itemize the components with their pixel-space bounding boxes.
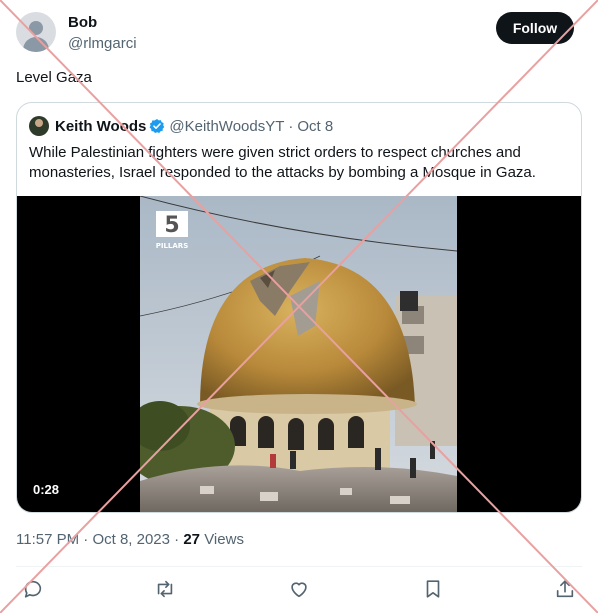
watermark-number: 5 (164, 213, 179, 238)
quoted-tweet-text: While Palestinian fighters were given st… (29, 144, 536, 181)
quoted-date[interactable]: Oct 8 (297, 118, 333, 135)
meta-separator: · (79, 531, 93, 548)
quoted-avatar (29, 116, 49, 136)
avatar[interactable] (16, 12, 56, 52)
video-frame: 5 PILLARS (140, 196, 457, 512)
video-duration: 0:28 (33, 482, 60, 497)
verified-badge-icon (149, 119, 165, 133)
reply-icon[interactable] (22, 578, 44, 600)
retweet-icon[interactable] (154, 578, 176, 600)
like-icon[interactable] (288, 578, 310, 600)
watermark-text: PILLARS (156, 242, 189, 250)
separator-dot: · (288, 117, 294, 135)
tweet-header: Bob @rlmgarci Follow (16, 12, 574, 56)
share-icon[interactable] (554, 578, 576, 600)
views-label: Views (200, 531, 244, 548)
views-count: 27 (183, 531, 201, 548)
quoted-tweet[interactable]: Keith Woods @KeithWoodsYT · Oct 8 While … (16, 102, 582, 513)
tweet-date[interactable]: Oct 8, 2023 (92, 531, 170, 548)
tweet-time[interactable]: 11:57 PM (16, 531, 79, 548)
tweet-meta: 11:57 PM · Oct 8, 2023 · 27 Views (16, 531, 244, 548)
divider (16, 566, 582, 567)
action-bar (16, 576, 582, 604)
follow-button[interactable]: Follow (496, 12, 574, 44)
video-player[interactable]: 5 PILLARS 0:28 (17, 196, 581, 512)
bookmark-icon[interactable] (422, 578, 444, 600)
meta-separator: · (170, 531, 184, 548)
tweet-text: Level Gaza (16, 69, 92, 86)
author-handle[interactable]: @rlmgarci (68, 35, 137, 52)
quoted-author-handle: @KeithWoodsYT (169, 117, 285, 135)
author-name[interactable]: Bob (68, 14, 97, 31)
quoted-author-name: Keith Woods (55, 117, 147, 135)
quoted-tweet-header: Keith Woods @KeithWoodsYT · Oct 8 (29, 115, 333, 137)
